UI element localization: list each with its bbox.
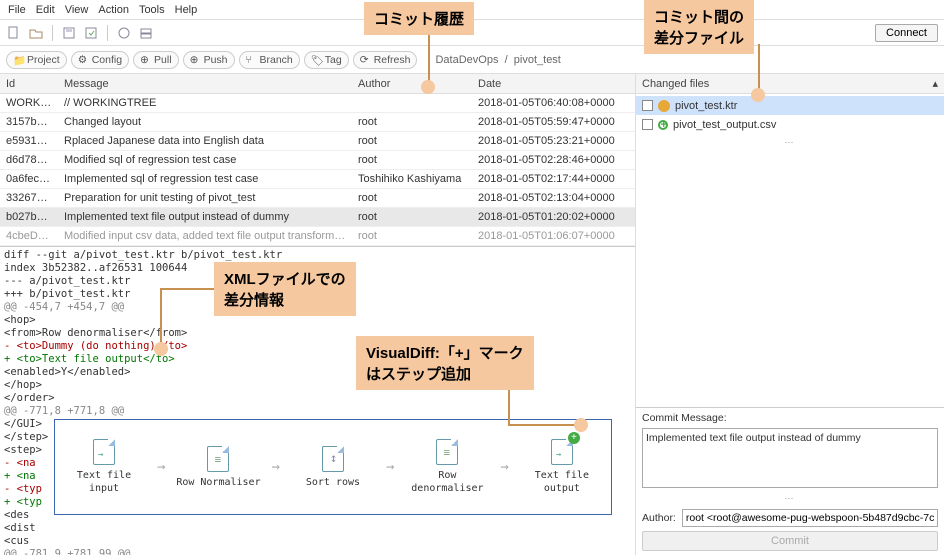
step-icon: → <box>93 439 115 465</box>
breadcrumb-root[interactable]: DataDevOps <box>435 54 498 66</box>
changed-file-row[interactable]: pivot_test.ktr <box>636 96 944 115</box>
push-label: Push <box>204 54 228 66</box>
step-label: Text file input <box>59 469 149 495</box>
flow-arrow-icon: → <box>500 461 508 474</box>
changed-files-label: Changed files <box>642 78 709 90</box>
pull-label: Pull <box>154 54 172 66</box>
added-plus-icon: + <box>568 432 580 444</box>
tool-icon-1[interactable] <box>116 25 132 41</box>
col-date[interactable]: Date <box>472 76 635 92</box>
refresh-label: Refresh <box>374 54 411 66</box>
col-id[interactable]: Id <box>0 76 58 92</box>
modified-icon <box>658 100 670 112</box>
refresh-button[interactable]: ⟳Refresh <box>353 51 418 69</box>
file-name: pivot_test.ktr <box>675 100 737 112</box>
menu-file[interactable]: File <box>8 4 26 16</box>
file-checkbox[interactable] <box>642 100 653 111</box>
resize-handle-2[interactable]: ⋯ <box>642 492 938 505</box>
flow-arrow-icon: → <box>157 461 165 474</box>
config-button[interactable]: ⚙Config <box>71 51 129 69</box>
file-checkbox[interactable] <box>642 119 653 130</box>
project-button[interactable]: 📁Project <box>6 51 67 69</box>
menu-tools[interactable]: Tools <box>139 4 165 16</box>
config-label: Config <box>92 54 122 66</box>
step-text-file-input[interactable]: → Text file input <box>59 439 149 495</box>
breadcrumb-leaf[interactable]: pivot_test <box>514 54 561 66</box>
commit-message-label: Commit Message: <box>642 412 938 424</box>
resize-handle[interactable]: ⋯ <box>636 136 944 149</box>
commit-row[interactable]: 4cbeDa…Modified input csv data, added te… <box>0 227 635 246</box>
menu-help[interactable]: Help <box>175 4 198 16</box>
visual-diff-panel: → Text file input → Row Normaliser → Sort row… <box>54 419 612 515</box>
tag-button[interactable]: 🏷Tag <box>304 51 349 69</box>
step-label: Text file output <box>517 469 607 495</box>
branch-label: Branch <box>260 54 293 66</box>
flow-arrow-icon: → <box>271 461 279 474</box>
commit-row[interactable]: d6d781…Modified sql of regression test c… <box>0 151 635 170</box>
tag-label: Tag <box>325 54 342 66</box>
author-label: Author: <box>642 512 676 524</box>
commit-row[interactable]: WORKI…// WORKINGTREE2018-01-05T06:40:08+… <box>0 94 635 113</box>
step-icon <box>207 446 229 472</box>
commit-row[interactable]: b027be…Implemented text file output inst… <box>0 208 635 227</box>
menu-view[interactable]: View <box>65 4 89 16</box>
changed-files-list: pivot_test.ktr pivot_test_output.csv <box>636 94 944 136</box>
callout-diff-files: コミット間の 差分ファイル <box>644 0 754 54</box>
commit-table: Id Message Author Date WORKI…// WORKINGT… <box>0 74 635 246</box>
step-icon <box>322 446 344 472</box>
branch-button[interactable]: ⑂Branch <box>239 51 300 69</box>
commit-row[interactable]: e59315…Rplaced Japanese data into Englis… <box>0 132 635 151</box>
step-row-denormaliser[interactable]: Row denormaliser <box>402 439 492 495</box>
col-message[interactable]: Message <box>58 76 352 92</box>
col-author[interactable]: Author <box>352 76 472 92</box>
breadcrumb: DataDevOps / pivot_test <box>423 54 572 66</box>
commit-section: Commit Message: Implemented text file ou… <box>636 407 944 555</box>
step-sort-rows[interactable]: Sort rows <box>288 446 378 489</box>
sort-asc-icon[interactable]: ▴ <box>932 77 938 90</box>
open-icon[interactable] <box>28 25 44 41</box>
file-name: pivot_test_output.csv <box>673 119 776 131</box>
push-button[interactable]: ⊕Push <box>183 51 235 69</box>
menu-action[interactable]: Action <box>98 4 129 16</box>
step-row-normaliser[interactable]: Row Normaliser <box>173 446 263 489</box>
save-icon[interactable] <box>61 25 77 41</box>
callout-commit-history: コミット履歴 <box>364 2 474 35</box>
commit-message-input[interactable]: Implemented text file output instead of … <box>642 428 938 488</box>
author-input[interactable] <box>682 509 938 527</box>
step-label: Row Normaliser <box>176 476 260 489</box>
git-toolbar: 📁Project ⚙Config ⊕Pull ⊕Push ⑂Branch 🏷Ta… <box>0 46 944 74</box>
added-icon <box>658 120 668 130</box>
tool-icon-2[interactable] <box>138 25 154 41</box>
project-label: Project <box>27 54 60 66</box>
commit-table-header: Id Message Author Date <box>0 74 635 94</box>
step-icon <box>436 439 458 465</box>
connect-button[interactable]: Connect <box>875 24 938 42</box>
callout-xml-diff: XMLファイルでの 差分情報 <box>214 262 356 316</box>
pull-button[interactable]: ⊕Pull <box>133 51 179 69</box>
callout-visualdiff: VisualDiff:「+」マーク はステップ追加 <box>356 336 534 390</box>
changed-files-header[interactable]: Changed files ▴ <box>636 74 944 94</box>
step-text-file-output[interactable]: →+ Text file output <box>517 439 607 495</box>
flow-arrow-icon: → <box>386 461 394 474</box>
save-as-icon[interactable] <box>83 25 99 41</box>
commit-row[interactable]: 0a6fecb…Implemented sql of regression te… <box>0 170 635 189</box>
commit-button[interactable]: Commit <box>642 531 938 551</box>
step-icon: →+ <box>551 439 573 465</box>
new-file-icon[interactable] <box>6 25 22 41</box>
commit-row[interactable]: 3157b3…Changed layoutroot2018-01-05T05:5… <box>0 113 635 132</box>
menu-edit[interactable]: Edit <box>36 4 55 16</box>
changed-file-row[interactable]: pivot_test_output.csv <box>636 115 944 134</box>
commit-row[interactable]: 332679…Preparation for unit testing of p… <box>0 189 635 208</box>
step-label: Sort rows <box>306 476 360 489</box>
step-label: Row denormaliser <box>402 469 492 495</box>
